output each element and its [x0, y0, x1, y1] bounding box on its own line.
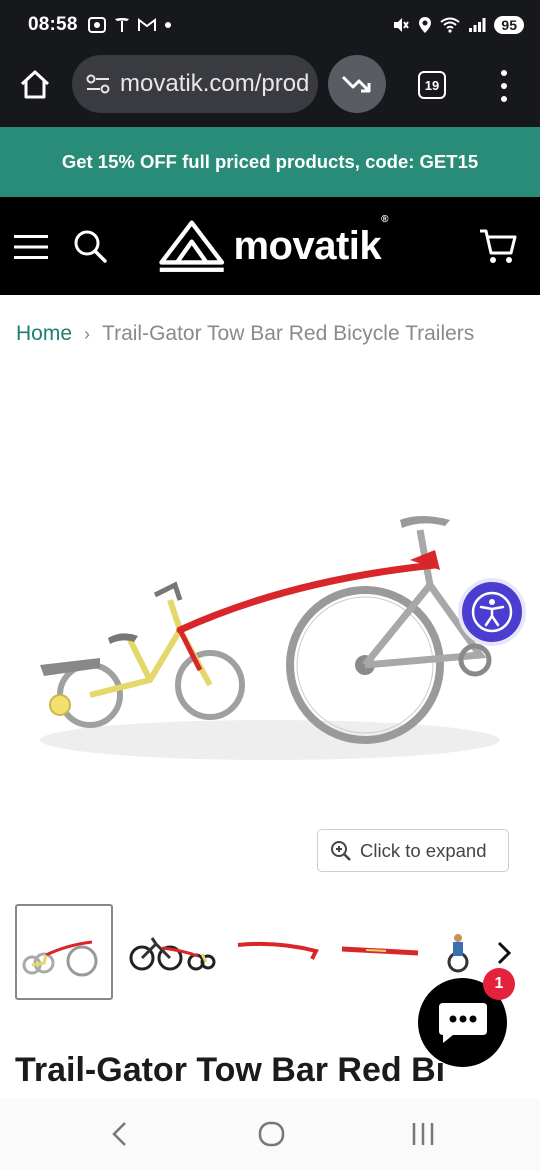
accessibility-icon [471, 591, 513, 633]
url-text: movatik.com/prod [120, 70, 310, 97]
mountain-logo-icon [159, 220, 225, 272]
tesla-icon [114, 18, 129, 32]
thumbnail-1[interactable] [15, 904, 113, 1000]
back-icon [112, 1122, 126, 1146]
search-icon[interactable] [72, 228, 108, 264]
site-logo[interactable]: movatik® [158, 214, 388, 278]
signal-icon [469, 18, 486, 32]
breadcrumb-separator: › [84, 323, 91, 344]
zoom-in-icon [331, 840, 351, 861]
browser-home-button[interactable] [18, 68, 56, 106]
trending-down-icon [341, 75, 371, 93]
dot-icon [164, 22, 171, 28]
product-title: Trail-Gator Tow Bar Red Bicycle Trailers [15, 1051, 445, 1089]
address-bar[interactable]: movatik.com/prod [72, 55, 318, 113]
home-icon [20, 70, 50, 99]
thumbnail-3[interactable] [228, 904, 326, 1000]
tab-switcher-button[interactable]: 19 [418, 71, 446, 99]
location-icon [419, 17, 432, 33]
status-right-icons: 95 [392, 16, 524, 34]
chat-notification-badge: 1 [483, 968, 515, 1000]
site-settings-icon[interactable] [84, 70, 112, 98]
status-bar: 08:58 95 [0, 0, 540, 50]
battery-indicator: 95 [494, 16, 524, 34]
thumbnail-2[interactable] [122, 904, 220, 1000]
thumbnail-4[interactable] [332, 904, 430, 1000]
wifi-icon [440, 17, 461, 33]
promo-banner[interactable]: Get 15% OFF full priced products, code: … [0, 127, 540, 197]
hamburger-menu-icon[interactable] [14, 234, 48, 260]
status-left-icons [87, 17, 172, 33]
chat-bubble-icon [438, 1002, 487, 1043]
status-time: 08:58 [28, 14, 78, 35]
cart-icon[interactable] [478, 226, 518, 266]
recent-apps-button[interactable] [410, 1120, 438, 1153]
breadcrumb-current: Trail-Gator Tow Bar Red Bicycle Trailers [102, 322, 475, 345]
product-main-image[interactable] [30, 490, 510, 770]
accessibility-button[interactable] [458, 578, 526, 646]
gmail-icon [137, 18, 156, 31]
expand-label: Click to expand [360, 839, 487, 861]
price-tracking-button[interactable] [328, 55, 386, 113]
recent-apps-icon [412, 1123, 434, 1145]
home-circle-icon [258, 1121, 285, 1147]
mute-icon [394, 18, 410, 32]
breadcrumb-home-link[interactable]: Home [16, 322, 72, 346]
click-to-expand-button[interactable]: Click to expand [317, 829, 509, 872]
logo-wordmark: movatik® [233, 213, 388, 268]
screenshot-icon [87, 17, 106, 33]
system-home-button[interactable] [258, 1120, 286, 1153]
breadcrumb: Home › Trail-Gator Tow Bar Red Bicycle T… [16, 322, 474, 346]
thumbnail-next-arrow[interactable] [490, 938, 516, 968]
back-button[interactable] [108, 1120, 132, 1153]
browser-menu-button[interactable] [494, 70, 514, 102]
